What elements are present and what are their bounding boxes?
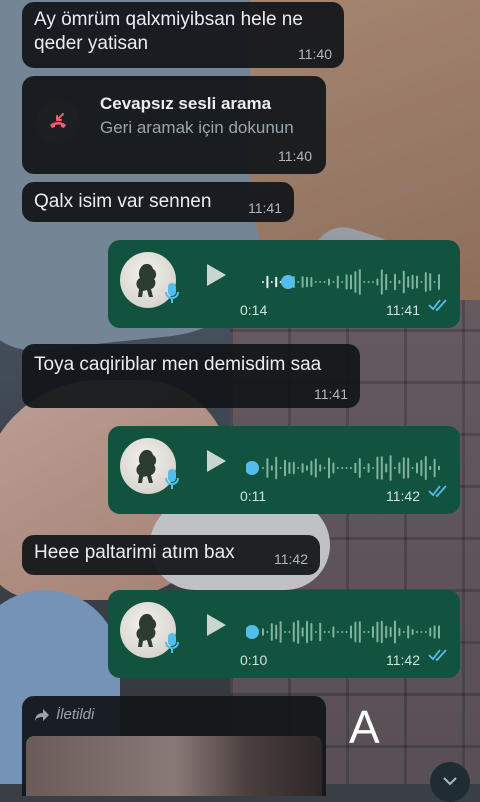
play-button[interactable] <box>204 612 228 643</box>
missed-call-card[interactable]: Cevapsız sesli arama Geri aramak için do… <box>22 76 326 174</box>
voice-message[interactable]: 0:11 11:42 <box>108 426 460 514</box>
play-button[interactable] <box>204 262 228 293</box>
forwarded-label: İletildi <box>56 706 95 723</box>
overlay-letter: A <box>349 701 380 753</box>
message-text: Qalx isim var sennen <box>34 191 212 212</box>
read-receipt-icon <box>428 648 448 666</box>
message-time: 11:42 <box>274 551 308 567</box>
incoming-message[interactable]: Heee paltarimi atım bax 11:42 <box>22 535 320 575</box>
forwarded-message[interactable]: İletildi <box>22 696 326 796</box>
scroll-down-button[interactable] <box>430 762 470 802</box>
voice-message[interactable]: 0:14 11:41 <box>108 240 460 328</box>
forwarded-image[interactable] <box>26 736 322 796</box>
message-text: Heee paltarimi atım bax <box>34 542 235 563</box>
message-time: 11:40 <box>278 148 312 164</box>
voice-waveform[interactable] <box>246 614 442 650</box>
playback-head[interactable] <box>246 625 259 639</box>
incoming-message[interactable]: Qalx isim var sennen 11:41 <box>22 182 294 222</box>
microphone-icon <box>164 282 180 309</box>
voice-waveform[interactable] <box>246 264 442 300</box>
message-time: 11:41 <box>386 302 420 318</box>
message-time: 11:42 <box>386 488 420 504</box>
message-text: Ay ömrüm qalxmiyibsan hele ne qeder yati… <box>34 9 303 54</box>
missed-call-subtitle: Geri aramak için dokunun <box>100 118 294 137</box>
voice-duration: 0:10 <box>240 652 268 668</box>
message-list[interactable]: Ay ömrüm qalxmiyibsan hele ne qeder yati… <box>0 0 480 802</box>
voice-duration: 0:14 <box>240 302 268 318</box>
read-receipt-icon <box>428 484 448 502</box>
message-time: 11:40 <box>298 46 332 62</box>
message-time: 11:42 <box>386 652 420 668</box>
microphone-icon <box>164 468 180 495</box>
play-button[interactable] <box>204 448 228 479</box>
missed-call-icon <box>36 100 80 144</box>
missed-call-title: Cevapsız sesli arama <box>100 94 272 113</box>
voice-message[interactable]: 0:10 11:42 <box>108 590 460 678</box>
playback-head[interactable] <box>281 275 295 289</box>
forward-icon <box>34 708 50 727</box>
voice-duration: 0:11 <box>240 488 267 504</box>
message-text: Toya caqiriblar men demisdim saa <box>34 354 322 375</box>
message-time: 11:41 <box>314 386 348 402</box>
microphone-icon <box>164 632 180 659</box>
read-receipt-icon <box>428 298 448 316</box>
playback-head[interactable] <box>246 461 259 475</box>
message-time: 11:41 <box>248 200 282 216</box>
incoming-message[interactable]: Ay ömrüm qalxmiyibsan hele ne qeder yati… <box>22 2 344 68</box>
incoming-message[interactable]: Toya caqiriblar men demisdim saa 11:41 <box>22 344 360 408</box>
voice-waveform[interactable] <box>246 450 442 486</box>
chevron-down-icon <box>442 773 458 791</box>
